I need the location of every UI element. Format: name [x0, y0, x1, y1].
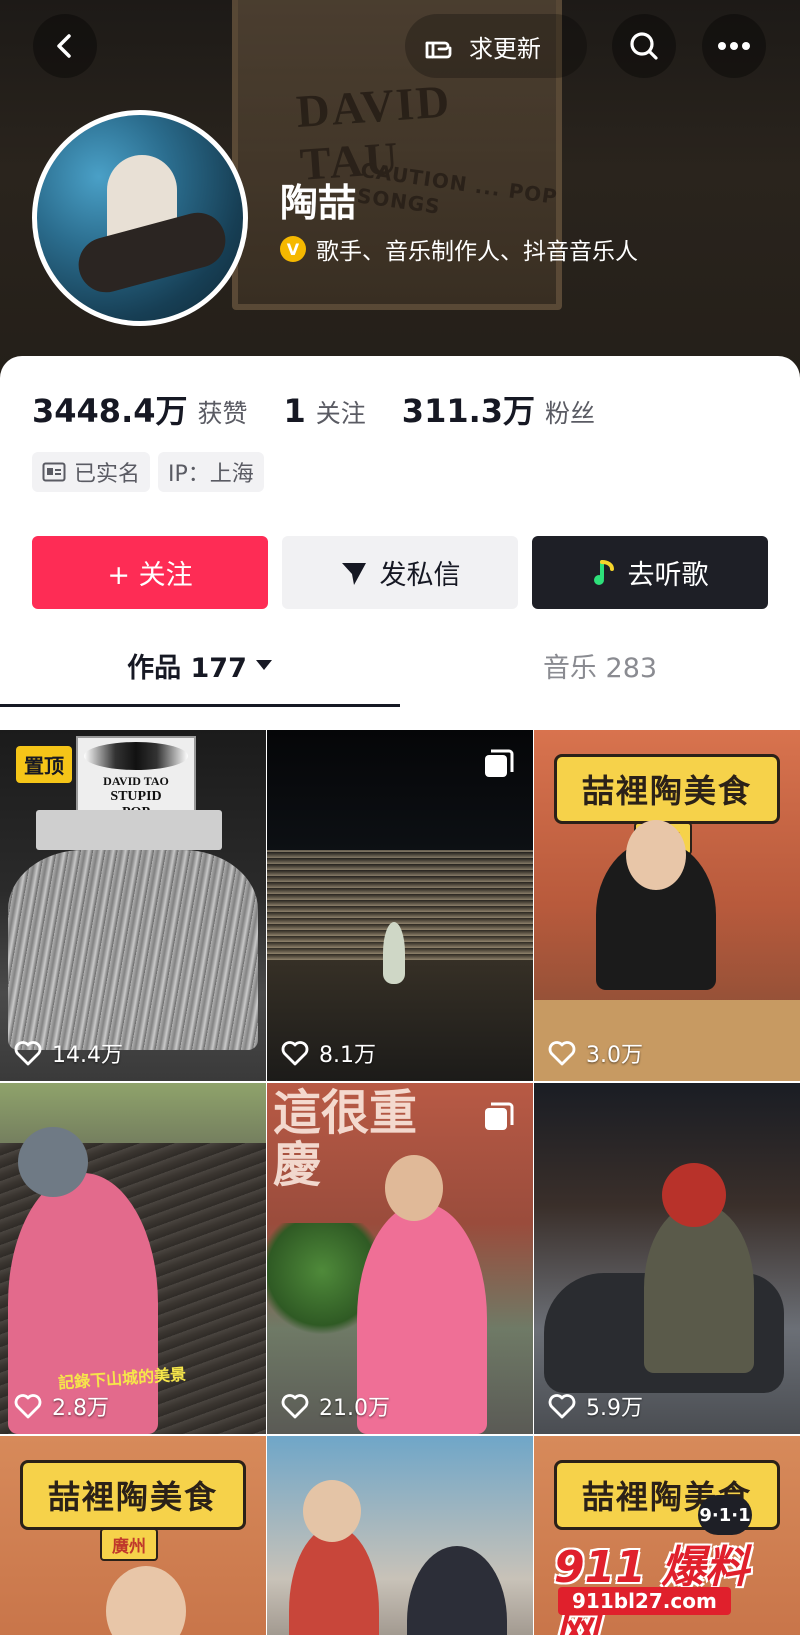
verified-v-icon: V	[280, 236, 306, 262]
content-tabs: 作品 177 音乐 283	[0, 624, 800, 707]
send-message-label: 发私信	[379, 560, 461, 591]
search-icon	[630, 32, 658, 60]
listen-music-button[interactable]: 去听歌	[532, 536, 768, 609]
video-likes: 8.1万	[281, 1037, 376, 1069]
pinned-badge: 置顶	[16, 746, 72, 783]
singer-head-shape	[303, 1480, 361, 1542]
profile-name: 陶喆	[280, 181, 357, 225]
heart-outline-icon	[14, 1041, 42, 1066]
profile-stats: 3448.4万 获赞 1 关注 311.3万 粉丝	[32, 386, 621, 432]
request-update-button[interactable]: 求更新	[405, 14, 587, 78]
following-label[interactable]: 关注	[316, 394, 366, 430]
heart-outline-icon	[548, 1394, 576, 1419]
performer-shape	[383, 922, 405, 984]
heart-outline-icon	[281, 1041, 309, 1066]
follow-label: + 关注	[107, 560, 193, 591]
video-tile[interactable]: 5.9万	[534, 1083, 800, 1434]
video-tile[interactable]: 喆裡陶美食 重慶 3.0万	[534, 730, 800, 1081]
verified-identity-label: 已实名	[74, 462, 141, 487]
request-update-label: 求更新	[469, 34, 541, 63]
food-city-label: 廣州	[100, 1528, 158, 1561]
tab-music[interactable]: 音乐 283	[400, 624, 800, 706]
photographer-head-shape	[18, 1127, 88, 1197]
multi-image-icon	[485, 749, 514, 777]
video-tile[interactable]: 8.1万	[267, 730, 533, 1081]
caret-down-icon	[255, 660, 272, 670]
video-likes-count: 21.0万	[319, 1396, 390, 1421]
back-button[interactable]	[33, 14, 97, 78]
video-tile[interactable]	[267, 1436, 533, 1635]
host-face-shape	[106, 1566, 186, 1635]
tab-music-label: 音乐 283	[542, 652, 658, 684]
tab-works-label: 作品 177	[127, 652, 247, 684]
likes-label: 获赞	[197, 399, 248, 428]
heart-outline-icon	[548, 1041, 576, 1066]
follow-button[interactable]: + 关注	[32, 536, 268, 609]
ip-location-label: IP：上海	[168, 462, 254, 487]
food-series-banner: 喆裡陶美食	[554, 754, 780, 824]
likes-count: 3448.4万	[32, 392, 188, 430]
heart-outline-icon	[281, 1394, 309, 1419]
singer-shape	[289, 1526, 379, 1635]
host-face-shape	[626, 820, 686, 890]
heart-outline-icon	[14, 1394, 42, 1419]
shredder-shape	[36, 810, 222, 850]
video-tile[interactable]: 喆裡陶美食 廣州	[0, 1436, 266, 1635]
more-options-button[interactable]	[702, 14, 766, 78]
rider-helmet-shape	[662, 1163, 726, 1227]
profile-tags: 已实名 IP：上海	[32, 452, 264, 492]
video-likes: 2.8万	[14, 1390, 109, 1422]
poster-artist: DAVID TAO	[103, 774, 169, 788]
shredded-paper-shape	[8, 850, 258, 1050]
send-message-button[interactable]: 发私信	[282, 536, 518, 609]
verification-row: V 歌手、音乐制作人、抖音音乐人	[280, 232, 638, 266]
presenter-head-shape	[385, 1155, 443, 1221]
video-likes-count: 3.0万	[586, 1043, 643, 1068]
music-note-icon	[593, 559, 614, 585]
fans-label[interactable]: 粉丝	[545, 394, 595, 430]
search-button[interactable]	[612, 14, 676, 78]
back-arrow-icon	[57, 34, 71, 58]
video-likes: 5.9万	[548, 1390, 643, 1422]
video-likes: 21.0万	[281, 1390, 390, 1422]
video-tile[interactable]: 喆裡陶美食	[534, 1436, 800, 1635]
poster-eye-shape	[84, 742, 188, 770]
multi-image-icon	[485, 1102, 514, 1130]
rider-shape	[644, 1203, 754, 1373]
more-dots-icon	[718, 42, 750, 50]
listen-music-label: 去听歌	[627, 560, 709, 591]
profile-card: 3448.4万 获赞 1 关注 311.3万 粉丝 已实名 IP：上海 + 关注…	[0, 356, 800, 1635]
following-count[interactable]: 1	[284, 392, 306, 430]
video-likes-count: 8.1万	[319, 1043, 376, 1068]
fans-count[interactable]: 311.3万	[402, 386, 535, 432]
video-likes-count: 5.9万	[586, 1396, 643, 1421]
video-likes-count: 2.8万	[52, 1396, 109, 1421]
profile-actions: + 关注 发私信 去听歌	[32, 536, 768, 609]
poster-title-line1: STUPID	[110, 789, 162, 804]
food-series-banner: 喆裡陶美食	[20, 1460, 246, 1530]
ip-location-tag: IP：上海	[158, 452, 264, 492]
profile-avatar[interactable]	[32, 110, 248, 326]
companion-shape	[407, 1546, 507, 1635]
active-tab-underline	[0, 704, 400, 707]
video-tile[interactable]: 這很重慶 21.0万	[267, 1083, 533, 1434]
video-tile[interactable]: 記錄下山城的美景 2.8万	[0, 1083, 266, 1434]
video-grid: DAVID TAO STUPID POP 置顶 14.4万 8.1万	[0, 730, 800, 1635]
send-arrow-icon	[341, 562, 366, 585]
video-tile[interactable]: DAVID TAO STUPID POP 置顶 14.4万	[0, 730, 266, 1081]
id-card-icon	[42, 462, 66, 482]
pointing-hand-icon	[425, 41, 452, 59]
verified-identity-tag: 已实名	[32, 452, 151, 492]
profile-titles: 歌手、音乐制作人、抖音音乐人	[316, 239, 638, 265]
food-series-banner: 喆裡陶美食	[554, 1460, 780, 1530]
video-likes: 14.4万	[14, 1037, 123, 1069]
video-likes-count: 14.4万	[52, 1043, 123, 1068]
video-likes: 3.0万	[548, 1037, 643, 1069]
tab-works[interactable]: 作品 177	[0, 624, 400, 706]
profile-header: DAVID TAU CAUTION ... POP SONGS 求更新 陶喆 V…	[0, 0, 800, 380]
